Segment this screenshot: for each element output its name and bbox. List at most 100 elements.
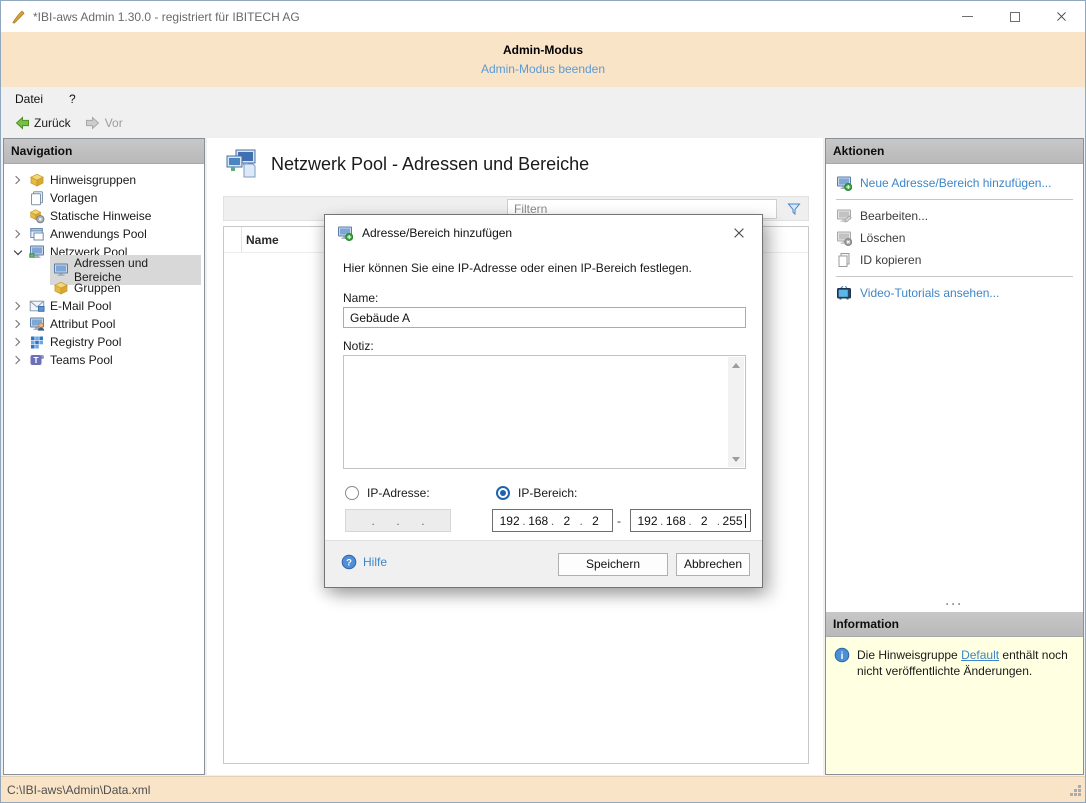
- data-file-path: C:\IBI-aws\Admin\Data.xml: [7, 783, 150, 797]
- name-label: Name:: [343, 291, 378, 305]
- add-address-dialog: Adresse/Bereich hinzufügen Hier können S…: [324, 214, 763, 588]
- ip-address-radio[interactable]: [345, 486, 359, 500]
- forward-arrow-icon: [85, 115, 101, 131]
- dialog-title-bar: Adresse/Bereich hinzufügen: [325, 215, 762, 251]
- sidebar-item-hinweisgruppen[interactable]: Hinweisgruppen: [4, 171, 204, 189]
- back-arrow-icon: [14, 115, 30, 131]
- right-panel: Aktionen Neue Adresse/Bereich hinzufügen…: [825, 138, 1084, 775]
- dialog-title: Adresse/Bereich hinzufügen: [362, 226, 512, 240]
- action-label: Bearbeiten...: [860, 209, 928, 223]
- admin-mode-exit-link[interactable]: Admin-Modus beenden: [481, 62, 605, 76]
- ip-address-option[interactable]: IP-Adresse:: [345, 486, 430, 500]
- help-label: Hilfe: [363, 555, 387, 569]
- note-field[interactable]: [343, 355, 746, 469]
- scrollbar[interactable]: [728, 357, 744, 467]
- action-delete[interactable]: Löschen: [826, 227, 1083, 249]
- collapse-chevron-icon[interactable]: [9, 251, 26, 254]
- action-video-tutorials[interactable]: Video-Tutorials ansehen...: [826, 282, 1083, 304]
- sidebar-item-teams-pool[interactable]: Teams Pool: [4, 351, 204, 369]
- page-title: Netzwerk Pool - Adressen und Bereiche: [271, 154, 589, 175]
- save-button[interactable]: Speichern: [558, 553, 668, 576]
- information-header: Information: [826, 612, 1083, 637]
- sidebar-item-anwendungs-pool[interactable]: Anwendungs Pool: [4, 225, 204, 243]
- sidebar-item-label: Anwendungs Pool: [50, 227, 147, 241]
- sidebar-item-registry-pool[interactable]: Registry Pool: [4, 333, 204, 351]
- ip-range-radio[interactable]: [496, 486, 510, 500]
- dialog-intro-text: Hier können Sie eine IP-Adresse oder ein…: [343, 261, 692, 275]
- scroll-up-icon[interactable]: [728, 357, 744, 373]
- column-header-name[interactable]: Name: [242, 233, 279, 247]
- expand-chevron-icon[interactable]: [9, 177, 26, 183]
- menu-datei[interactable]: Datei: [15, 92, 43, 106]
- ip-address-field[interactable]: ...: [345, 509, 451, 532]
- sidebar-item-attribut-pool[interactable]: Attribut Pool: [4, 315, 204, 333]
- forward-label: Vor: [105, 116, 123, 130]
- close-button[interactable]: [1038, 1, 1085, 32]
- name-field[interactable]: [343, 307, 746, 328]
- admin-mode-title: Admin-Modus: [1, 32, 1085, 57]
- panel-splitter[interactable]: ···: [826, 596, 1083, 612]
- help-icon: [341, 554, 357, 570]
- sidebar-item-label: Vorlagen: [50, 191, 97, 205]
- registry-grid-icon: [29, 334, 45, 350]
- menu-help[interactable]: ?: [69, 92, 76, 106]
- action-copy-id[interactable]: ID kopieren: [826, 249, 1083, 271]
- sidebar-item-email-pool[interactable]: E-Mail Pool: [4, 297, 204, 315]
- sidebar-item-gruppen[interactable]: Gruppen: [4, 279, 204, 297]
- note-label: Notiz:: [343, 339, 374, 353]
- resize-grip[interactable]: [1068, 783, 1081, 796]
- scroll-down-icon[interactable]: [728, 451, 744, 467]
- divider: [836, 199, 1073, 200]
- network-monitor-icon: [29, 244, 45, 260]
- range-separator: -: [617, 509, 621, 532]
- ip-range-label: IP-Bereich:: [518, 486, 577, 500]
- cancel-button[interactable]: Abbrechen: [676, 553, 750, 576]
- default-group-link[interactable]: Default: [961, 648, 999, 662]
- info-text-before: Die Hinweisgruppe: [857, 648, 961, 662]
- expand-chevron-icon[interactable]: [9, 303, 26, 309]
- sidebar-item-adressen-und-bereiche[interactable]: Adressen und Bereiche: [4, 261, 204, 279]
- actions-header: Aktionen: [826, 139, 1083, 164]
- maximize-icon: [1010, 12, 1020, 22]
- filter-funnel-icon: [786, 201, 802, 217]
- page-title-row: Netzwerk Pool - Adressen und Bereiche: [225, 149, 589, 179]
- ip-range-end-field[interactable]: 192.168.2.255: [630, 509, 751, 532]
- copy-icon: [836, 252, 852, 268]
- action-new-address[interactable]: Neue Adresse/Bereich hinzufügen...: [826, 172, 1083, 194]
- expand-chevron-icon[interactable]: [9, 357, 26, 363]
- title-bar: *IBI-aws Admin 1.30.0 - registriert für …: [1, 1, 1085, 32]
- monitor-user-icon: [29, 316, 45, 332]
- forward-button[interactable]: Vor: [80, 113, 128, 133]
- sidebar-item-statische-hinweise[interactable]: Statische Hinweise: [4, 207, 204, 225]
- minimize-button[interactable]: [944, 1, 991, 32]
- expand-chevron-icon[interactable]: [9, 321, 26, 327]
- close-icon: [732, 226, 746, 240]
- sidebar-item-label: Teams Pool: [50, 353, 113, 367]
- package-icon: [53, 280, 69, 296]
- monitor-add-icon: [836, 175, 852, 191]
- sidebar-item-vorlagen[interactable]: Vorlagen: [4, 189, 204, 207]
- help-link[interactable]: Hilfe: [341, 554, 387, 570]
- back-label: Zurück: [34, 116, 71, 130]
- expand-chevron-icon[interactable]: [9, 339, 26, 345]
- teams-icon: [29, 352, 45, 368]
- dialog-close-button[interactable]: [725, 220, 753, 246]
- sidebar-item-label: Hinweisgruppen: [50, 173, 136, 187]
- menu-bar: Datei ?: [1, 87, 1085, 110]
- navigation-header: Navigation: [4, 139, 204, 164]
- status-bar: C:\IBI-aws\Admin\Data.xml: [1, 776, 1085, 802]
- monitor-icon: [53, 262, 69, 278]
- action-edit[interactable]: Bearbeiten...: [826, 205, 1083, 227]
- filter-button[interactable]: [784, 200, 804, 218]
- close-icon: [1055, 10, 1068, 23]
- package-icon: [29, 172, 45, 188]
- maximize-button[interactable]: [991, 1, 1038, 32]
- expand-chevron-icon[interactable]: [9, 231, 26, 237]
- ip-range-option[interactable]: IP-Bereich:: [496, 486, 577, 500]
- back-button[interactable]: Zurück: [9, 113, 76, 133]
- information-text: Die Hinweisgruppe Default enthält noch n…: [857, 647, 1075, 774]
- minimize-icon: [962, 16, 973, 17]
- window-icon: [29, 226, 45, 242]
- ip-range-start-field[interactable]: 192.168.2.2: [492, 509, 613, 532]
- action-label: ID kopieren: [860, 253, 921, 267]
